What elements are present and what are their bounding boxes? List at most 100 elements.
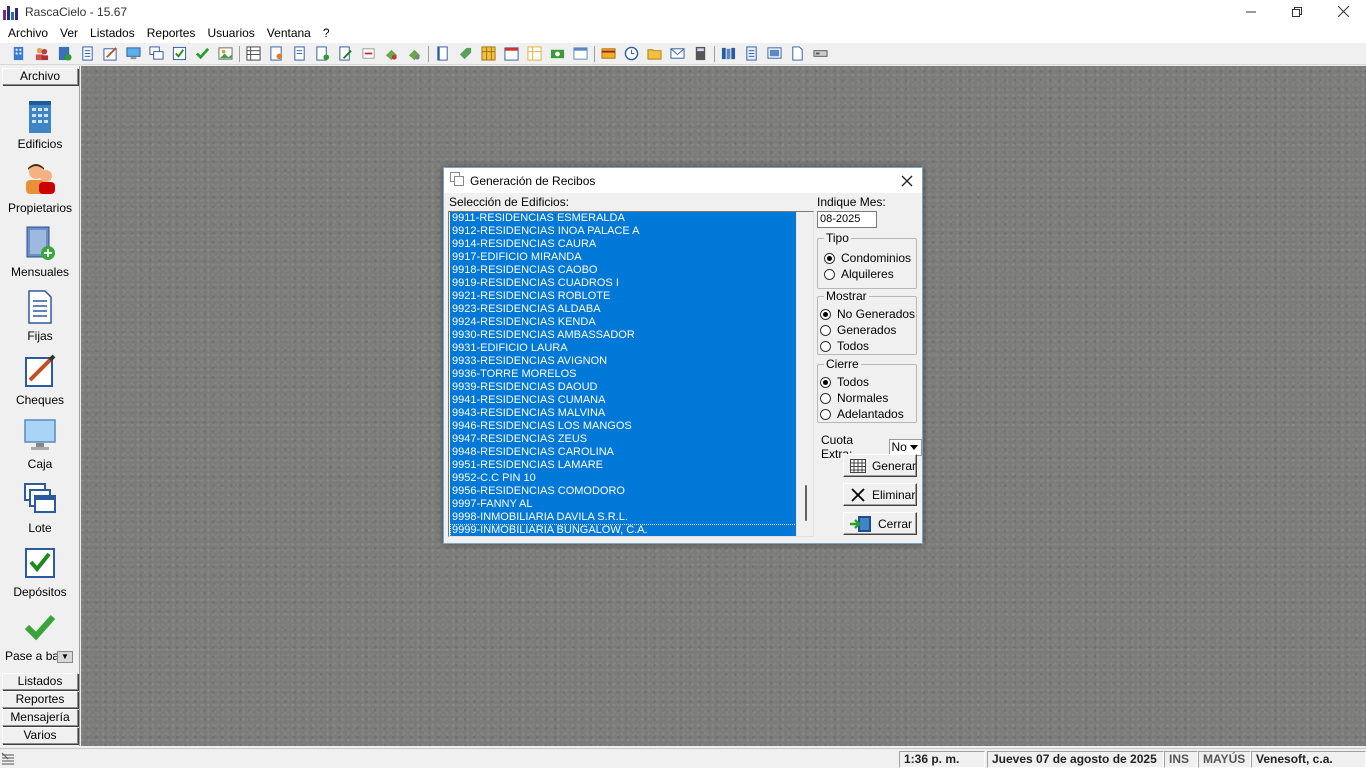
sidebar-section-reportes[interactable]: Reportes	[2, 691, 78, 708]
sidebar-item-depositos[interactable]: Depósitos	[0, 544, 80, 599]
list-scrollbar[interactable]	[796, 212, 813, 536]
list-item[interactable]: 9943-RESIDENCIAS MALVINA	[450, 407, 797, 420]
generar-button[interactable]: Generar	[843, 454, 917, 477]
sidebar-item-fijas[interactable]: Fijas	[0, 288, 80, 343]
toolbar-eraser-button[interactable]	[382, 45, 400, 63]
sidebar-item-edificios[interactable]: Edificios	[0, 96, 80, 151]
toolbar-clock-button[interactable]	[622, 45, 640, 63]
radio-generados[interactable]: Generados	[820, 323, 896, 337]
sidebar-scroll-down-button[interactable]: ▼	[57, 651, 73, 663]
list-item[interactable]: 9956-RESIDENCIAS COMODORO	[450, 485, 797, 498]
cerrar-button[interactable]: Cerrar	[843, 512, 917, 535]
list-item[interactable]: 9933-RESIDENCIAS AVIGNON	[450, 355, 797, 368]
sidebar-section-mensajeria[interactable]: Mensajería	[2, 709, 78, 726]
list-item[interactable]: 9918-RESIDENCIAS CAOBO	[450, 264, 797, 277]
radio-no-generados[interactable]: No Generados	[820, 307, 915, 321]
buildings-listbox[interactable]: 9911-RESIDENCIAS ESMERALDA 9912-RESIDENC…	[448, 211, 814, 537]
toolbar-card-button[interactable]	[599, 45, 617, 63]
toolbar-image-button[interactable]	[216, 45, 234, 63]
toolbar-post-button[interactable]	[193, 45, 211, 63]
radio-todos-mostrar[interactable]: Todos	[820, 339, 869, 353]
toolbar-deposits-button[interactable]	[170, 45, 188, 63]
list-item-focused[interactable]: 9999-INMOBILIARIA BUNGALOW, C.A.	[450, 524, 797, 536]
sidebar-item-lote[interactable]: Lote	[0, 480, 80, 535]
list-item[interactable]: 9948-RESIDENCIAS CAROLINA	[450, 446, 797, 459]
toolbar-window-button[interactable]	[571, 45, 589, 63]
radio-todos-cierre[interactable]: Todos	[820, 375, 869, 389]
list-item[interactable]: 9919-RESIDENCIAS CUADROS I	[450, 277, 797, 290]
toolbar-owners-button[interactable]	[32, 45, 50, 63]
radio-condominios[interactable]: Condominios	[824, 251, 911, 265]
toolbar-grid-button[interactable]	[244, 45, 262, 63]
list-item[interactable]: 9921-RESIDENCIAS ROBLOTE	[450, 290, 797, 303]
list-item[interactable]: 9923-RESIDENCIAS ALDABA	[450, 303, 797, 316]
sidebar-item-propietarios[interactable]: Propietarios	[0, 160, 80, 215]
toolbar-eraser2-button[interactable]	[405, 45, 423, 63]
list-item[interactable]: 9947-RESIDENCIAS ZEUS	[450, 433, 797, 446]
toolbar-money-button[interactable]	[548, 45, 566, 63]
toolbar-tag-button[interactable]	[456, 45, 474, 63]
list-item[interactable]: 9936-TORRE MORELOS	[450, 368, 797, 381]
toolbar-edit-page-button[interactable]	[336, 45, 354, 63]
list-item[interactable]: 9914-RESIDENCIAS CAURA	[450, 238, 797, 251]
list-item[interactable]: 9924-RESIDENCIAS KENDA	[450, 316, 797, 329]
restore-button[interactable]	[1274, 0, 1320, 23]
sidebar-item-caja[interactable]: Caja	[0, 416, 80, 471]
toolbar-screen-button[interactable]	[765, 45, 783, 63]
toolbar-page-button[interactable]	[290, 45, 308, 63]
dialog-close-button[interactable]	[896, 170, 918, 192]
toolbar-remove-button[interactable]	[359, 45, 377, 63]
sidebar-item-mensuales[interactable]: Mensuales	[0, 224, 80, 279]
list-item[interactable]: 9941-RESIDENCIAS CUMANA	[450, 394, 797, 407]
toolbar-list-button[interactable]	[742, 45, 760, 63]
sidebar-item-cheques[interactable]: Cheques	[0, 352, 80, 407]
toolbar-batch-button[interactable]	[147, 45, 165, 63]
list-item[interactable]: 9997-FANNY AL	[450, 498, 797, 511]
toolbar-checks-button[interactable]	[101, 45, 119, 63]
eliminar-button[interactable]: Eliminar	[843, 483, 917, 506]
radio-alquileres[interactable]: Alquileres	[824, 267, 894, 281]
sidebar-section-listados[interactable]: Listados	[2, 673, 78, 690]
list-item[interactable]: 9946-RESIDENCIAS LOS MANGOS	[450, 420, 797, 433]
list-item[interactable]: 9930-RESIDENCIAS AMBASSADOR	[450, 329, 797, 342]
toolbar-book-button[interactable]	[433, 45, 451, 63]
month-input[interactable]: 08-2025	[817, 211, 877, 228]
toolbar-calculator-button[interactable]	[691, 45, 709, 63]
toolbar-blank-button[interactable]	[788, 45, 806, 63]
toolbar-calendar-button[interactable]	[502, 45, 520, 63]
list-item[interactable]: 9939-RESIDENCIAS DAOUD	[450, 381, 797, 394]
menu-help[interactable]: ?	[317, 26, 336, 40]
toolbar-mail-button[interactable]	[668, 45, 686, 63]
toolbar-add-page-button[interactable]	[313, 45, 331, 63]
menu-archivo[interactable]: Archivo	[2, 26, 54, 40]
list-item[interactable]: 9998-INMOBILIARIA DAVILA S.R.L.	[450, 511, 797, 524]
list-scroll-thumb[interactable]	[805, 485, 807, 521]
menu-listados[interactable]: Listados	[84, 26, 141, 40]
list-item[interactable]: 9952-C.C PIN 10	[450, 472, 797, 485]
toolbar-sheet-button[interactable]	[525, 45, 543, 63]
list-item[interactable]: 9917-EDIFICIO MIRANDA	[450, 251, 797, 264]
list-item[interactable]: 9912-RESIDENCIAS INOA PALACE A	[450, 225, 797, 238]
list-item[interactable]: 9911-RESIDENCIAS ESMERALDA	[450, 212, 797, 225]
menu-ventana[interactable]: Ventana	[261, 26, 317, 40]
toolbar-folder-button[interactable]	[645, 45, 663, 63]
sidebar-header-archivo[interactable]: Archivo	[2, 68, 78, 85]
menu-ver[interactable]: Ver	[54, 26, 84, 40]
cuota-extra-select[interactable]: No	[888, 438, 922, 456]
radio-normales[interactable]: Normales	[820, 391, 888, 405]
sidebar-section-varios[interactable]: Varios	[2, 727, 78, 744]
list-item[interactable]: 9931-EDIFICIO LAURA	[450, 342, 797, 355]
toolbar-library-button[interactable]	[719, 45, 737, 63]
toolbar-monthly-button[interactable]	[55, 45, 73, 63]
menu-usuarios[interactable]: Usuarios	[201, 26, 260, 40]
radio-adelantados[interactable]: Adelantados	[820, 407, 904, 421]
menu-reportes[interactable]: Reportes	[141, 26, 202, 40]
toolbar-report-button[interactable]	[267, 45, 285, 63]
toolbar-drive-button[interactable]	[811, 45, 829, 63]
toolbar-fixed-button[interactable]	[78, 45, 96, 63]
close-window-button[interactable]	[1320, 0, 1366, 23]
minimize-button[interactable]	[1228, 0, 1274, 23]
toolbar-table-button[interactable]	[479, 45, 497, 63]
toolbar-cashbox-button[interactable]	[124, 45, 142, 63]
list-item[interactable]: 9951-RESIDENCIAS LAMARE	[450, 459, 797, 472]
